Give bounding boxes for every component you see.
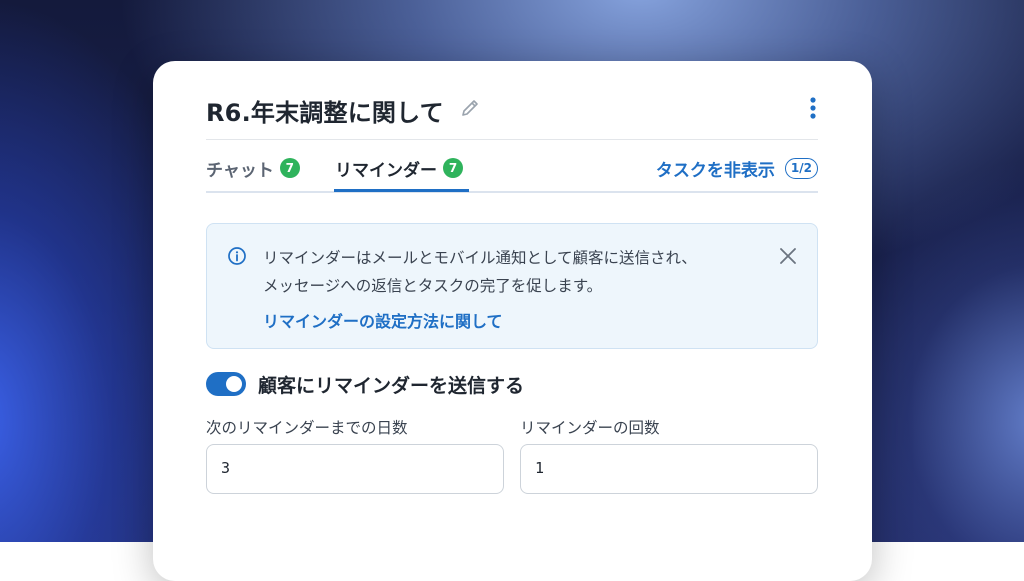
hide-tasks-label: タスクを非表示	[655, 160, 775, 181]
info-banner: リマインダーはメールとモバイル通知として顧客に送信され、 メッセージへの返信とタ…	[206, 223, 818, 349]
tab-bar: チャット 7 リマインダー 7 タスクを非表示 1/2	[206, 140, 818, 193]
days-until-next-reminder-field: 次のリマインダーまでの日数 3	[206, 416, 504, 494]
close-icon[interactable]	[779, 247, 797, 265]
info-icon	[227, 246, 247, 266]
days-until-next-reminder-input[interactable]: 3	[206, 444, 504, 494]
more-vertical-icon[interactable]	[808, 95, 818, 121]
reminder-count-label: リマインダーの回数	[520, 419, 660, 437]
send-reminder-toggle[interactable]	[206, 372, 246, 396]
info-message-line-1: リマインダーはメールとモバイル通知として顧客に送信され、	[263, 249, 697, 267]
info-message-line-2: メッセージへの返信とタスクの完了を促します。	[263, 277, 603, 295]
hide-tasks-button[interactable]: タスクを非表示 1/2	[655, 156, 818, 181]
tab-reminder-label: リマインダー	[335, 160, 437, 181]
send-reminder-toggle-row: 顧客にリマインダーを送信する	[206, 371, 524, 397]
active-tab-indicator	[334, 189, 469, 192]
tab-chat[interactable]: チャット 7	[206, 156, 300, 181]
reminder-count-input[interactable]: 1	[520, 444, 818, 494]
send-reminder-label: 顧客にリマインダーを送信する	[258, 374, 525, 397]
info-message: リマインダーはメールとモバイル通知として顧客に送信され、 メッセージへの返信とタ…	[263, 244, 763, 300]
task-count-badge: 1/2	[784, 157, 818, 179]
tab-chat-badge: 7	[279, 158, 300, 178]
card-header: R6.年末調整に関して	[206, 91, 818, 140]
tab-reminder[interactable]: リマインダー 7	[335, 156, 463, 181]
page-title: R6.年末調整に関して	[206, 99, 444, 127]
tab-reminder-badge: 7	[443, 158, 463, 178]
reminder-count-field: リマインダーの回数 1	[520, 416, 818, 494]
tab-chat-label: チャット	[206, 160, 274, 181]
toggle-knob	[226, 376, 242, 392]
reminder-settings-link[interactable]: リマインダーの設定方法に関して	[263, 308, 503, 332]
task-card: R6.年末調整に関して チャット 7 リマインダー 7 タスクを非表示 1/2 …	[153, 61, 872, 581]
pencil-icon[interactable]	[459, 97, 481, 119]
days-until-next-reminder-label: 次のリマインダーまでの日数	[206, 419, 408, 437]
